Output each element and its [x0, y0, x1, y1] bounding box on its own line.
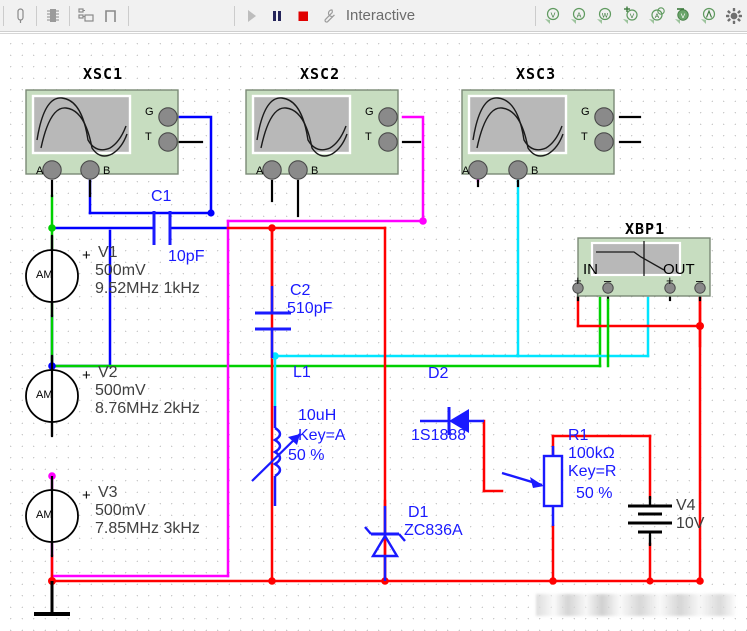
- ic-chip-icon: [47, 8, 59, 22]
- am-source-v2-symbol[interactable]: [25, 356, 79, 436]
- probe-icon: [17, 7, 24, 23]
- toolbar-divider: [3, 5, 4, 26]
- toolbar-gap-3: [514, 15, 532, 16]
- diode-d2-symbol[interactable]: [420, 407, 484, 435]
- power-probe-icon: W: [597, 7, 612, 24]
- power-probe-button[interactable]: W: [591, 3, 617, 29]
- am-source-v1-symbol[interactable]: [25, 236, 79, 316]
- variable-inductor-l1-symbol[interactable]: [251, 406, 301, 506]
- pause-simulation-button[interactable]: [264, 3, 290, 29]
- svg-text:V: V: [630, 12, 635, 20]
- battery-v4-symbol[interactable]: [628, 496, 672, 546]
- toolbar-gap: [132, 15, 231, 16]
- digital-probe-icon: [701, 7, 716, 24]
- bode-plotter-xbp1-symbol[interactable]: [572, 237, 711, 297]
- gear-icon: [726, 7, 743, 24]
- differential-voltage-probe-button[interactable]: V: [617, 3, 643, 29]
- current-probe-button[interactable]: A: [565, 3, 591, 29]
- digital-probe-button[interactable]: [695, 3, 721, 29]
- voltage-probe-button[interactable]: V: [539, 3, 565, 29]
- stop-icon: [298, 11, 308, 21]
- place-component-tool-button[interactable]: [40, 3, 66, 29]
- reference-voltage-probe-icon: V: [675, 7, 689, 24]
- simulation-mode-icon-button[interactable]: [316, 3, 342, 29]
- ground-symbol[interactable]: [34, 581, 70, 616]
- capacitor-c1-symbol[interactable]: [152, 211, 172, 245]
- play-icon: [247, 9, 256, 22]
- svg-text:A: A: [577, 11, 582, 19]
- place-hierarchical-block-tool-button[interactable]: [73, 3, 99, 29]
- schematic-canvas[interactable]: XSC1 XSC2 XSC3 XBP1 A B G T A B G T A B …: [0, 36, 747, 631]
- hierarchy-block-icon: [78, 7, 94, 22]
- svg-text:V: V: [551, 11, 556, 19]
- svg-text:V: V: [681, 12, 686, 20]
- circuit-schematic: [25, 89, 711, 616]
- step-waveform-icon: [105, 9, 116, 22]
- current-probe-icon: A: [571, 7, 586, 24]
- svg-text:W: W: [602, 11, 609, 19]
- toolbar-divider: [233, 5, 235, 26]
- place-digital-source-tool-button[interactable]: [99, 3, 125, 29]
- differential-current-probe-button[interactable]: A: [643, 3, 669, 29]
- wrench-icon: [324, 8, 335, 23]
- multisim-window: Interactive V A W V A V XSC1 XSC2 XSC3 X…: [0, 0, 747, 631]
- am-source-v3-symbol[interactable]: [25, 476, 79, 556]
- wire-net-magenta: [50, 115, 480, 578]
- toolbar-divider: [69, 5, 70, 26]
- probe-tools-group: V A W V A V: [532, 0, 747, 32]
- simulation-mode-label: Interactive: [345, 7, 416, 24]
- differential-voltage-probe-icon: V: [623, 6, 638, 24]
- toolbar-divider: [535, 5, 537, 26]
- toolbar-left-group: [0, 0, 132, 32]
- potentiometer-r1-symbol[interactable]: [501, 446, 564, 526]
- oscilloscope-xsc3-symbol[interactable]: [461, 89, 615, 180]
- probe-settings-button[interactable]: [721, 3, 747, 29]
- run-simulation-button[interactable]: [238, 3, 264, 29]
- reference-voltage-probe-button[interactable]: V: [669, 3, 695, 29]
- voltage-probe-icon: V: [545, 7, 560, 24]
- wire-instrument-leads: [50, 115, 702, 558]
- oscilloscope-xsc1-symbol[interactable]: [25, 89, 179, 180]
- oscilloscope-xsc2-symbol[interactable]: [245, 89, 399, 180]
- stop-simulation-button[interactable]: [290, 3, 316, 29]
- toolbar-gap-2: [415, 15, 514, 16]
- toolbar-divider: [36, 5, 37, 26]
- place-probe-tool-button[interactable]: [7, 3, 33, 29]
- pause-icon: [272, 10, 281, 21]
- main-toolbar: Interactive V A W V A V: [0, 0, 747, 35]
- toolbar-divider: [128, 5, 129, 26]
- simulation-controls-group: Interactive: [231, 0, 415, 32]
- differential-current-probe-icon: A: [649, 6, 665, 24]
